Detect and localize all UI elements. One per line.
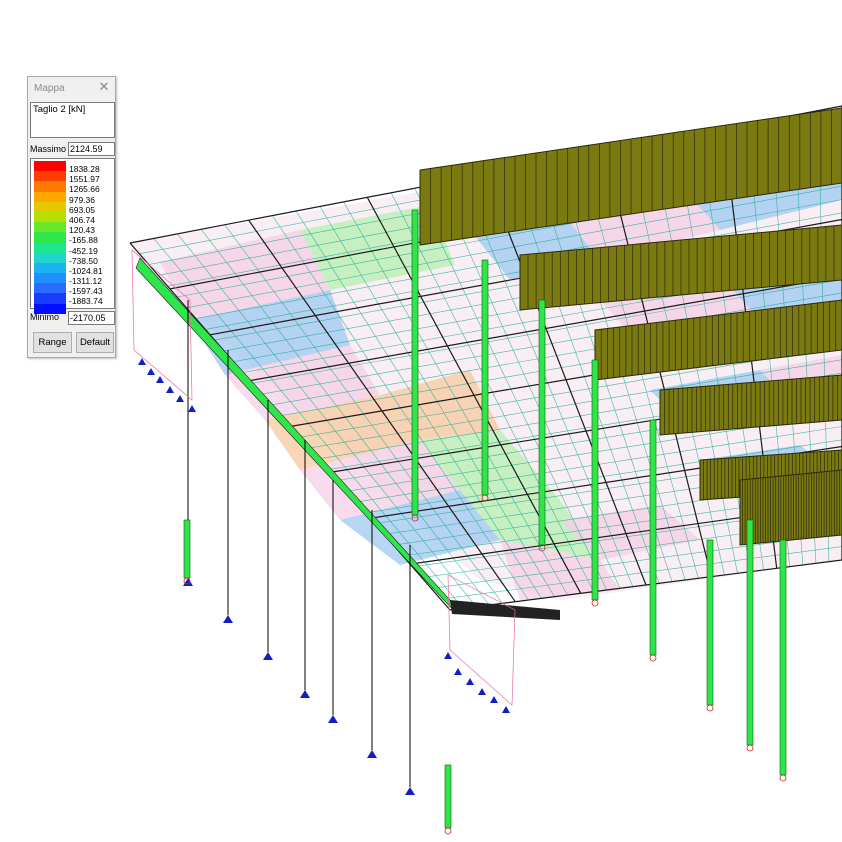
scale-tick-label: -1597.43 [69, 286, 103, 297]
panel-title: Mappa [34, 83, 65, 94]
column-shear-bar [481, 259, 489, 496]
fixed-support-icon [176, 395, 184, 402]
scale-swatch [34, 191, 66, 202]
scale-swatch [34, 262, 66, 274]
fixed-support-icon [166, 386, 174, 393]
quantity-label: Taglio 2 [kN] [30, 102, 115, 138]
scale-swatch [34, 283, 66, 294]
fixed-support-icon [263, 652, 273, 660]
fixed-support-icon [502, 706, 510, 713]
scale-tick-label: 406.74 [69, 214, 95, 225]
column-shear-bar [444, 764, 452, 829]
column-shear-bar [538, 299, 546, 546]
fixed-support-icon [147, 368, 155, 375]
fixed-support-icon [300, 690, 310, 698]
scale-tick-label: 693.05 [69, 204, 95, 215]
column-shear-bar [649, 419, 657, 656]
scale-tick-label: -738.50 [69, 255, 98, 266]
fixed-support-icon [223, 615, 233, 623]
fixed-support-icon [478, 688, 486, 695]
scale-swatch [34, 201, 66, 212]
scale-tick-label: -1883.74 [69, 296, 103, 307]
fixed-support-icon [328, 715, 338, 723]
scale-swatch [34, 171, 66, 182]
scale-tick-label: 1265.66 [69, 184, 100, 195]
scale-swatch [34, 232, 66, 243]
scale-tick-label: 1551.97 [69, 174, 100, 185]
color-scale: 1838.28 1551.97 1265.66 979.36 693.05 406.74 1… [30, 158, 115, 314]
column-base-node [649, 654, 657, 662]
scale-swatch [34, 273, 66, 284]
range-button[interactable]: Range [33, 332, 72, 353]
scale-tick-label: -1311.12 [69, 276, 102, 287]
shear-diagram-hatch [739, 470, 842, 545]
scale-swatch [34, 252, 66, 263]
column-shear-bar [779, 539, 787, 776]
model-viewport[interactable] [0, 0, 842, 842]
scale-tick-label: -1024.81 [69, 265, 103, 276]
column-base-node [444, 827, 452, 835]
column-base-node [779, 774, 787, 782]
scale-swatch [34, 181, 66, 192]
fixed-support-icon [156, 376, 164, 383]
scale-tick-label: 979.36 [69, 194, 95, 205]
max-value-field[interactable]: 2124.59 [68, 142, 115, 156]
scale-tick-label: 1838.28 [69, 164, 100, 174]
scale-swatch [34, 161, 66, 172]
column-base-node [706, 704, 714, 712]
fixed-support-icon [454, 668, 462, 675]
scale-swatch [34, 211, 66, 223]
column-shear-bar [183, 519, 191, 579]
fixed-support-icon [490, 696, 498, 703]
color-scale-swatches [34, 161, 66, 314]
fixed-support-icon [466, 678, 474, 685]
column-base-node [591, 599, 599, 607]
color-scale-ticks: 1838.28 1551.97 1265.66 979.36 693.05 406.74 1… [69, 164, 103, 307]
fixed-support-icon [188, 405, 196, 412]
min-value-field[interactable]: -2170.05 [68, 311, 115, 325]
column-shear-bar [591, 359, 599, 601]
fixed-support-icon [367, 750, 377, 758]
scale-swatch [34, 242, 66, 253]
fixed-support-icon [444, 652, 452, 659]
min-label: Minimo [30, 312, 60, 322]
scale-swatch [34, 293, 66, 304]
column-base-node [746, 744, 754, 752]
column-shear-bar [706, 539, 714, 706]
scale-tick-label: -452.19 [69, 245, 98, 256]
close-icon[interactable]: ✕ [97, 80, 111, 94]
scale-tick-label: -165.88 [69, 235, 98, 246]
structural-model-view[interactable] [0, 0, 842, 842]
max-label: Massimo [30, 144, 67, 154]
default-button[interactable]: Default [76, 332, 114, 353]
map-legend-panel[interactable]: Mappa ✕ Taglio 2 [kN] Massimo 2124.59 18… [27, 76, 116, 358]
scale-tick-label: 120.43 [69, 225, 95, 236]
column-shear-bar [411, 209, 419, 516]
column-shear-bar [746, 519, 754, 746]
scale-swatch [34, 222, 66, 233]
fixed-support-icon [405, 787, 415, 795]
